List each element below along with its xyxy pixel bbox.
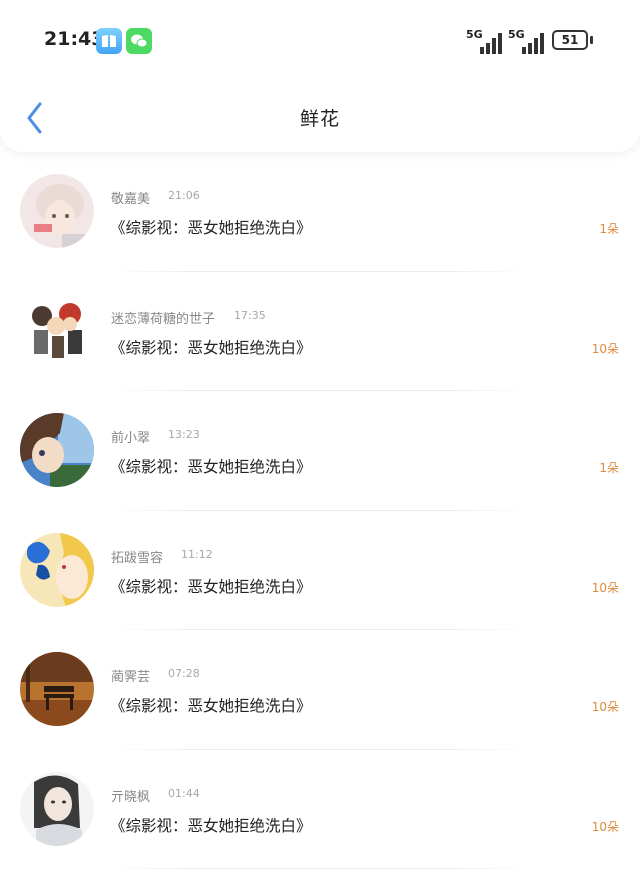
flower-count: 1朵 [599, 222, 619, 236]
user-name: 迷恋薄荷糖的世子 [111, 311, 216, 327]
list-item[interactable]: 敬嘉美 21:06 《综影视：恶女她拒绝洗白》 1朵 [0, 152, 640, 272]
flower-count: 10朵 [591, 341, 619, 356]
user-name: 前小翠 [111, 431, 151, 446]
avatar[interactable] [20, 174, 94, 248]
user-name: 蔺霁芸 [111, 670, 151, 685]
gift-list: 敬嘉美 21:06 《综影视：恶女她拒绝洗白》 1朵 迷恋薄荷糖的世子 17:3… [0, 152, 640, 869]
timestamp: 07:28 [168, 667, 200, 680]
avatar[interactable] [20, 652, 94, 726]
list-item[interactable]: 拓跋雪容 11:12 《综影视：恶女她拒绝洗白》 10朵 [0, 511, 640, 630]
user-name: 拓跋雪容 [111, 550, 164, 566]
signal-label: 5G [508, 28, 525, 41]
avatar[interactable] [20, 532, 94, 607]
signal-label: 5G [466, 28, 483, 41]
user-name: 亓晓枫 [111, 789, 151, 805]
list-item[interactable]: 迷恋薄荷糖的世子 17:35 《综影视：恶女她拒绝洗白》 10朵 [0, 272, 640, 391]
book-title[interactable]: 《综影视：恶女她拒绝洗白》 [110, 814, 312, 836]
flower-count: 10朵 [591, 700, 619, 714]
flower-count: 10朵 [591, 819, 619, 834]
signal-icon: 5G [466, 28, 504, 54]
timestamp: 13:23 [168, 428, 200, 441]
reader-app-icon [96, 28, 122, 54]
list-item[interactable]: 亓晓枫 01:44 《综影视：恶女她拒绝洗白》 10朵 [0, 750, 640, 869]
book-title[interactable]: 《综影视：恶女她拒绝洗白》 [110, 216, 312, 238]
timestamp: 17:35 [234, 308, 266, 322]
battery-icon: 51 [552, 30, 588, 50]
book-title[interactable]: 《综影视：恶女她拒绝洗白》 [110, 694, 312, 716]
book-title[interactable]: 《综影视：恶女她拒绝洗白》 [110, 336, 312, 358]
timestamp: 21:06 [168, 189, 200, 202]
avatar[interactable] [20, 293, 94, 368]
book-title[interactable]: 《综影视：恶女她拒绝洗白》 [110, 575, 312, 597]
avatar[interactable] [20, 413, 94, 487]
avatar[interactable] [20, 771, 94, 846]
user-name: 敬嘉美 [111, 192, 151, 207]
page-title: 鲜花 [299, 108, 340, 130]
battery-tip [590, 36, 593, 44]
flower-count: 10朵 [591, 580, 619, 595]
gift-list-page: 21:43 5G 5G 51 鲜花 敬嘉美 21:06 《综影视：恶女她拒绝洗白… [0, 0, 640, 872]
header: 21:43 5G 5G 51 鲜花 [0, 0, 640, 152]
divider [110, 868, 530, 869]
flower-count: 1朵 [599, 461, 619, 475]
list-item[interactable]: 蔺霁芸 07:28 《综影视：恶女她拒绝洗白》 10朵 [0, 630, 640, 750]
book-title[interactable]: 《综影视：恶女她拒绝洗白》 [110, 455, 312, 477]
list-item[interactable]: 前小翠 13:23 《综影视：恶女她拒绝洗白》 1朵 [0, 391, 640, 511]
timestamp: 11:12 [181, 547, 213, 561]
timestamp: 01:44 [168, 786, 200, 800]
battery-level: 51 [561, 33, 579, 47]
signal-icon: 5G [508, 28, 546, 54]
wechat-icon [126, 28, 152, 54]
